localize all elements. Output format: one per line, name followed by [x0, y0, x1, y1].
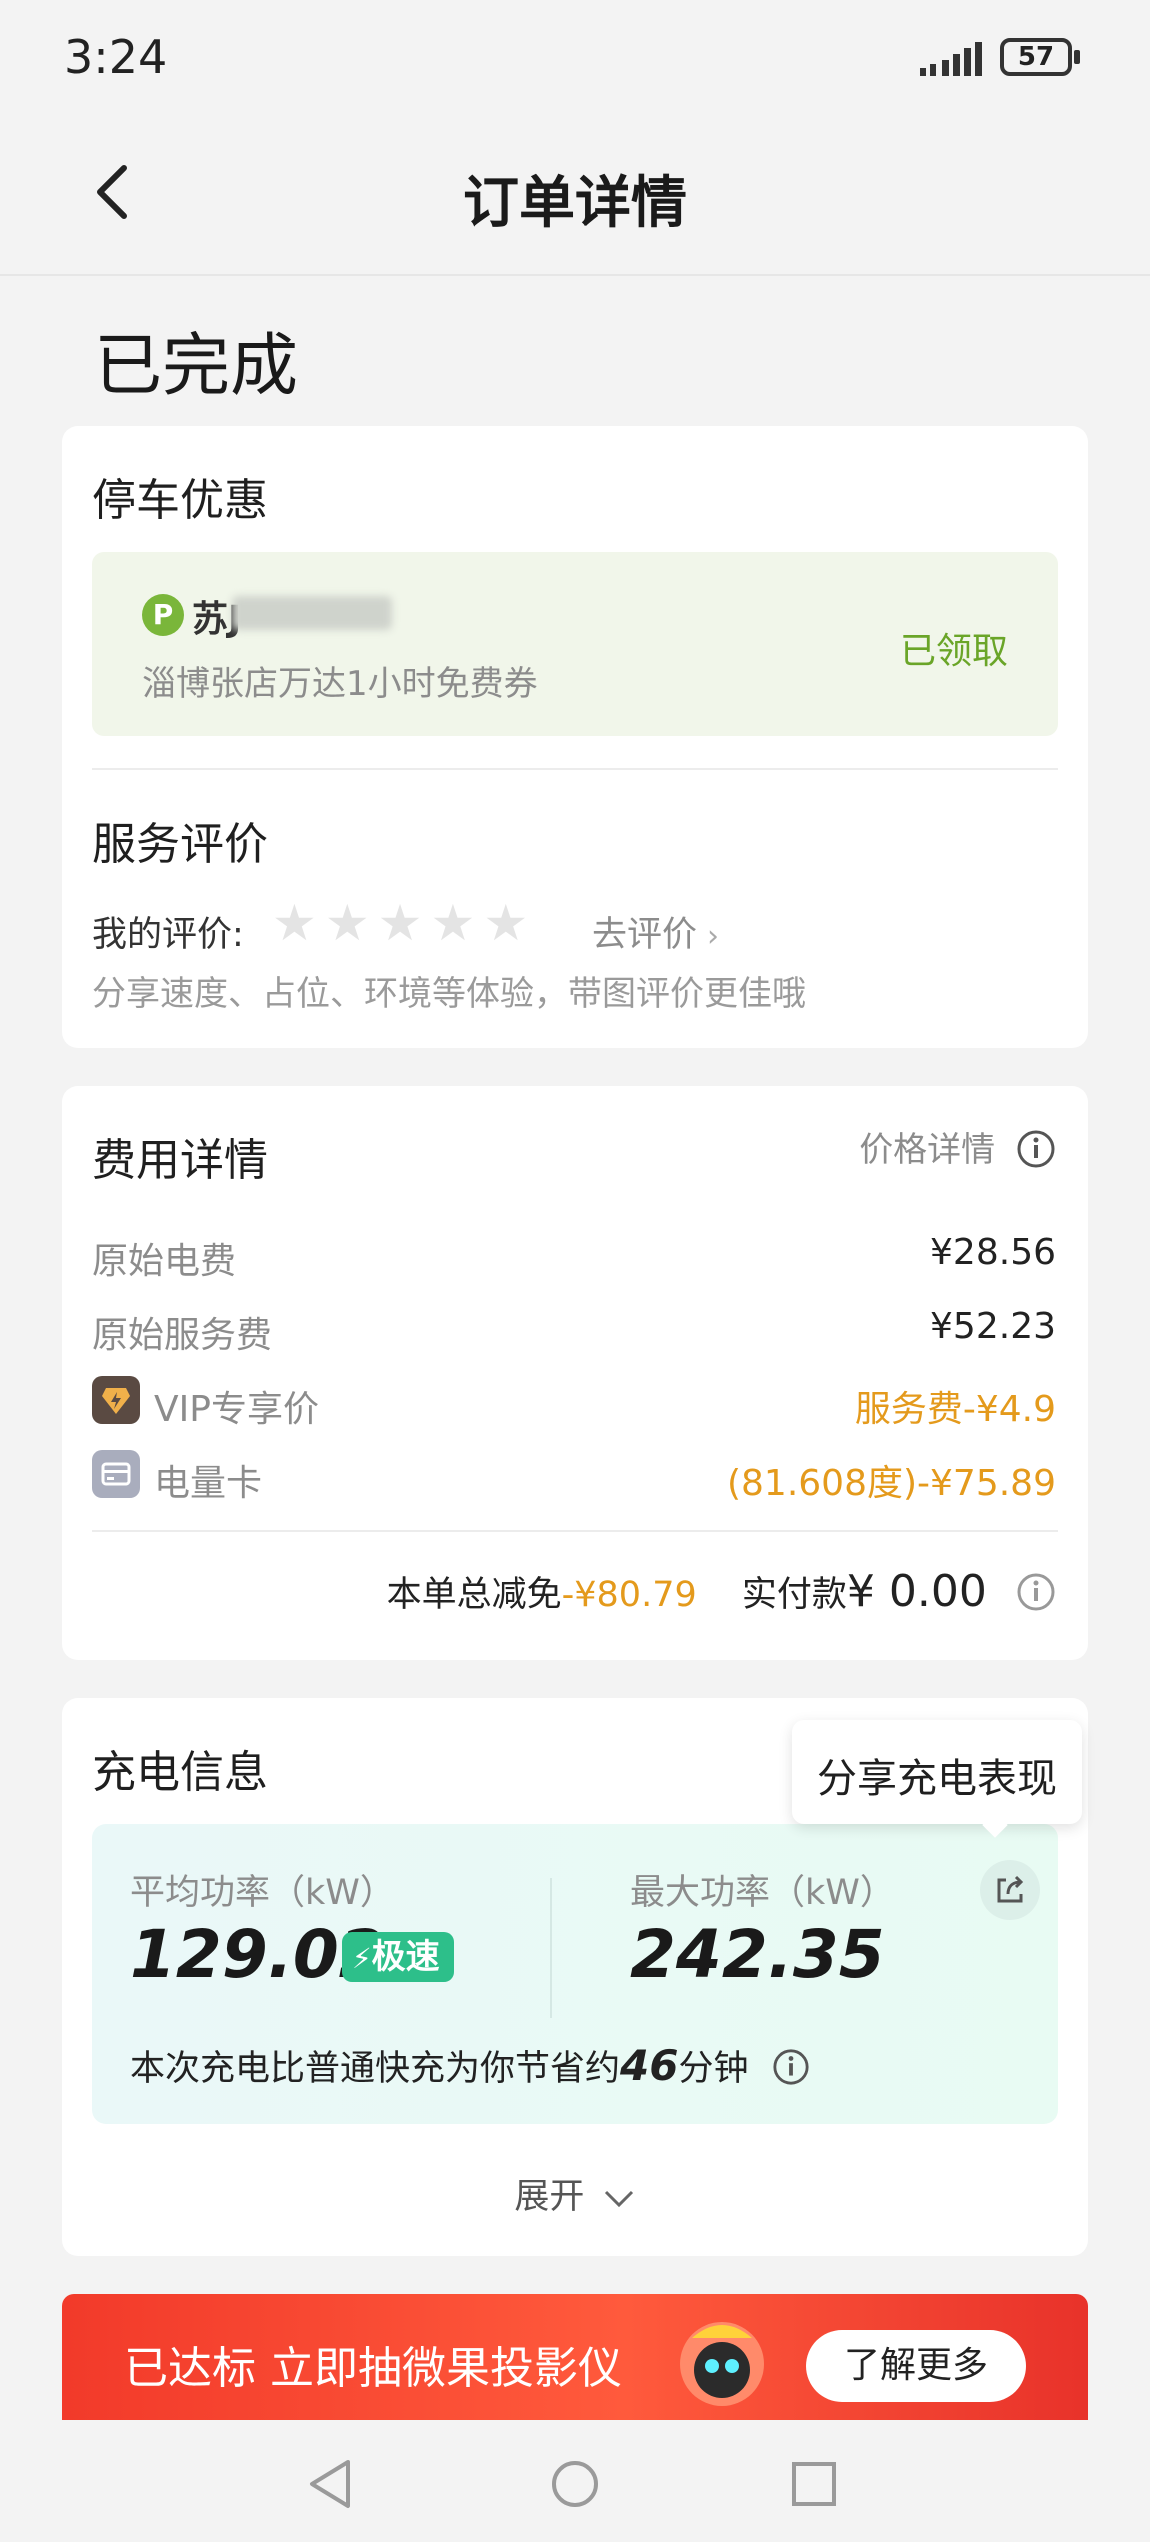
star-icon[interactable]: ★ [378, 894, 423, 952]
fee-label: 原始电费 [92, 1241, 237, 1282]
divider [92, 1530, 1058, 1532]
learn-more-button[interactable]: 了解更多 [806, 2330, 1026, 2402]
paid-label: 实付款 [741, 1575, 847, 1615]
info-icon[interactable] [1016, 1572, 1056, 1612]
rating-stars[interactable]: ★ ★ ★ ★ ★ [272, 894, 528, 952]
fee-value: ¥52.23 [930, 1306, 1056, 1347]
battery-icon: 57 [1000, 38, 1072, 76]
charging-title: 充电信息 [92, 1747, 268, 1798]
status-time: 3:24 [64, 30, 168, 84]
lion-mascot-icon [662, 2304, 782, 2420]
saving-text: 本次充电比普通快充为你节省约46分钟 [130, 2040, 810, 2091]
avg-power-label: 平均功率（kW） [130, 1873, 395, 1913]
order-status: 已完成 [94, 327, 299, 406]
fee-value: (81.608度)-¥75.89 [726, 1463, 1056, 1504]
expand-button[interactable]: 展开 [62, 2168, 1088, 2219]
divider [550, 1878, 552, 2018]
promo-banner[interactable]: 已达标 立即抽微果投影仪 了解更多 [62, 2294, 1088, 2420]
parking-coupon[interactable]: P 苏J 淄博张店万达1小时免费券 已领取 [92, 552, 1058, 736]
page-title: 订单详情 [463, 171, 687, 236]
coupon-status: 已领取 [899, 631, 1008, 672]
home-circle-icon[interactable] [550, 2458, 600, 2510]
recents-square-icon[interactable] [790, 2460, 838, 2508]
go-review-link[interactable]: 去评价 › [592, 906, 719, 957]
fee-label: 电量卡 [154, 1463, 263, 1504]
battery-tip [1074, 50, 1080, 64]
share-button[interactable] [980, 1860, 1040, 1920]
star-icon[interactable]: ★ [430, 894, 475, 952]
share-icon [997, 1875, 1024, 1903]
divider [92, 768, 1058, 770]
fee-totals: 本单总减免-¥80.79 实付款¥ 0.00 [387, 1566, 1056, 1617]
speed-badge: ⚡极速 [342, 1932, 454, 1982]
blurred-plate [232, 596, 392, 630]
navigation-bar: 订单详情 [0, 114, 1150, 276]
saving-minutes: 46 [620, 2041, 679, 2090]
fee-label: 原始服务费 [92, 1315, 273, 1356]
paid-value: ¥ 0.00 [846, 1566, 987, 1617]
price-detail-link[interactable]: 价格详情 [859, 1122, 1056, 1171]
banner-text: 已达标 立即抽微果投影仪 [124, 2343, 622, 2394]
lightning-icon: ⚡ [352, 1942, 372, 1975]
chevron-right-icon: › [707, 919, 720, 954]
share-tooltip-text: 分享充电表现 [817, 1756, 1057, 1802]
parking-review-card: 停车优惠 P 苏J 淄博张店万达1小时免费券 已领取 服务评价 我的评价: ★ ★… [62, 426, 1088, 1048]
speed-badge-label: 极速 [371, 1937, 440, 1977]
fees-title: 费用详情 [92, 1135, 268, 1186]
review-title: 服务评价 [92, 819, 268, 870]
fee-value: 服务费-¥4.9 [854, 1389, 1056, 1430]
fee-value: ¥28.56 [930, 1232, 1056, 1273]
saving-prefix: 本次充电比普通快充为你节省约 [130, 2049, 621, 2089]
review-hint: 分享速度、占位、环境等体验，带图评价更佳哦 [92, 974, 806, 1014]
info-icon [1017, 1130, 1055, 1168]
total-discount-value: -¥80.79 [561, 1575, 697, 1615]
coupon-desc: 淄博张店万达1小时免费券 [142, 664, 538, 704]
chevron-down-icon [604, 2190, 633, 2208]
max-power-value: 242.35 [630, 1916, 885, 1993]
vip-icon [92, 1376, 140, 1424]
max-power-label: 最大功率（kW） [630, 1873, 895, 1913]
expand-label: 展开 [514, 2177, 585, 2217]
go-review-label: 去评价 [592, 915, 698, 955]
status-bar: 3:24 57 [0, 0, 1150, 114]
signal-icon [920, 42, 982, 76]
info-icon[interactable] [772, 2048, 810, 2086]
share-tooltip: 分享充电表现 [792, 1720, 1082, 1838]
charging-stats: 平均功率（kW） 129.02 ⚡极速 最大功率（kW） 242.35 本次充电… [92, 1824, 1058, 2124]
price-detail-label: 价格详情 [859, 1130, 996, 1170]
total-discount-label: 本单总减免 [386, 1575, 562, 1615]
my-rating-label: 我的评价: [92, 915, 244, 955]
star-icon[interactable]: ★ [483, 894, 528, 952]
saving-suffix: 分钟 [678, 2049, 749, 2089]
fee-label: VIP专享价 [154, 1389, 319, 1430]
parking-title: 停车优惠 [92, 475, 268, 526]
energy-card-icon [92, 1450, 140, 1498]
star-icon[interactable]: ★ [272, 894, 317, 952]
fee-details-card: 费用详情 价格详情 原始电费 ¥28.56 原始服务费 ¥52.23 VIP专享… [62, 1086, 1088, 1660]
system-nav-bar [0, 2420, 1150, 2542]
back-triangle-icon[interactable] [306, 2458, 356, 2510]
star-icon[interactable]: ★ [325, 894, 370, 952]
parking-p-icon: P [142, 594, 184, 636]
